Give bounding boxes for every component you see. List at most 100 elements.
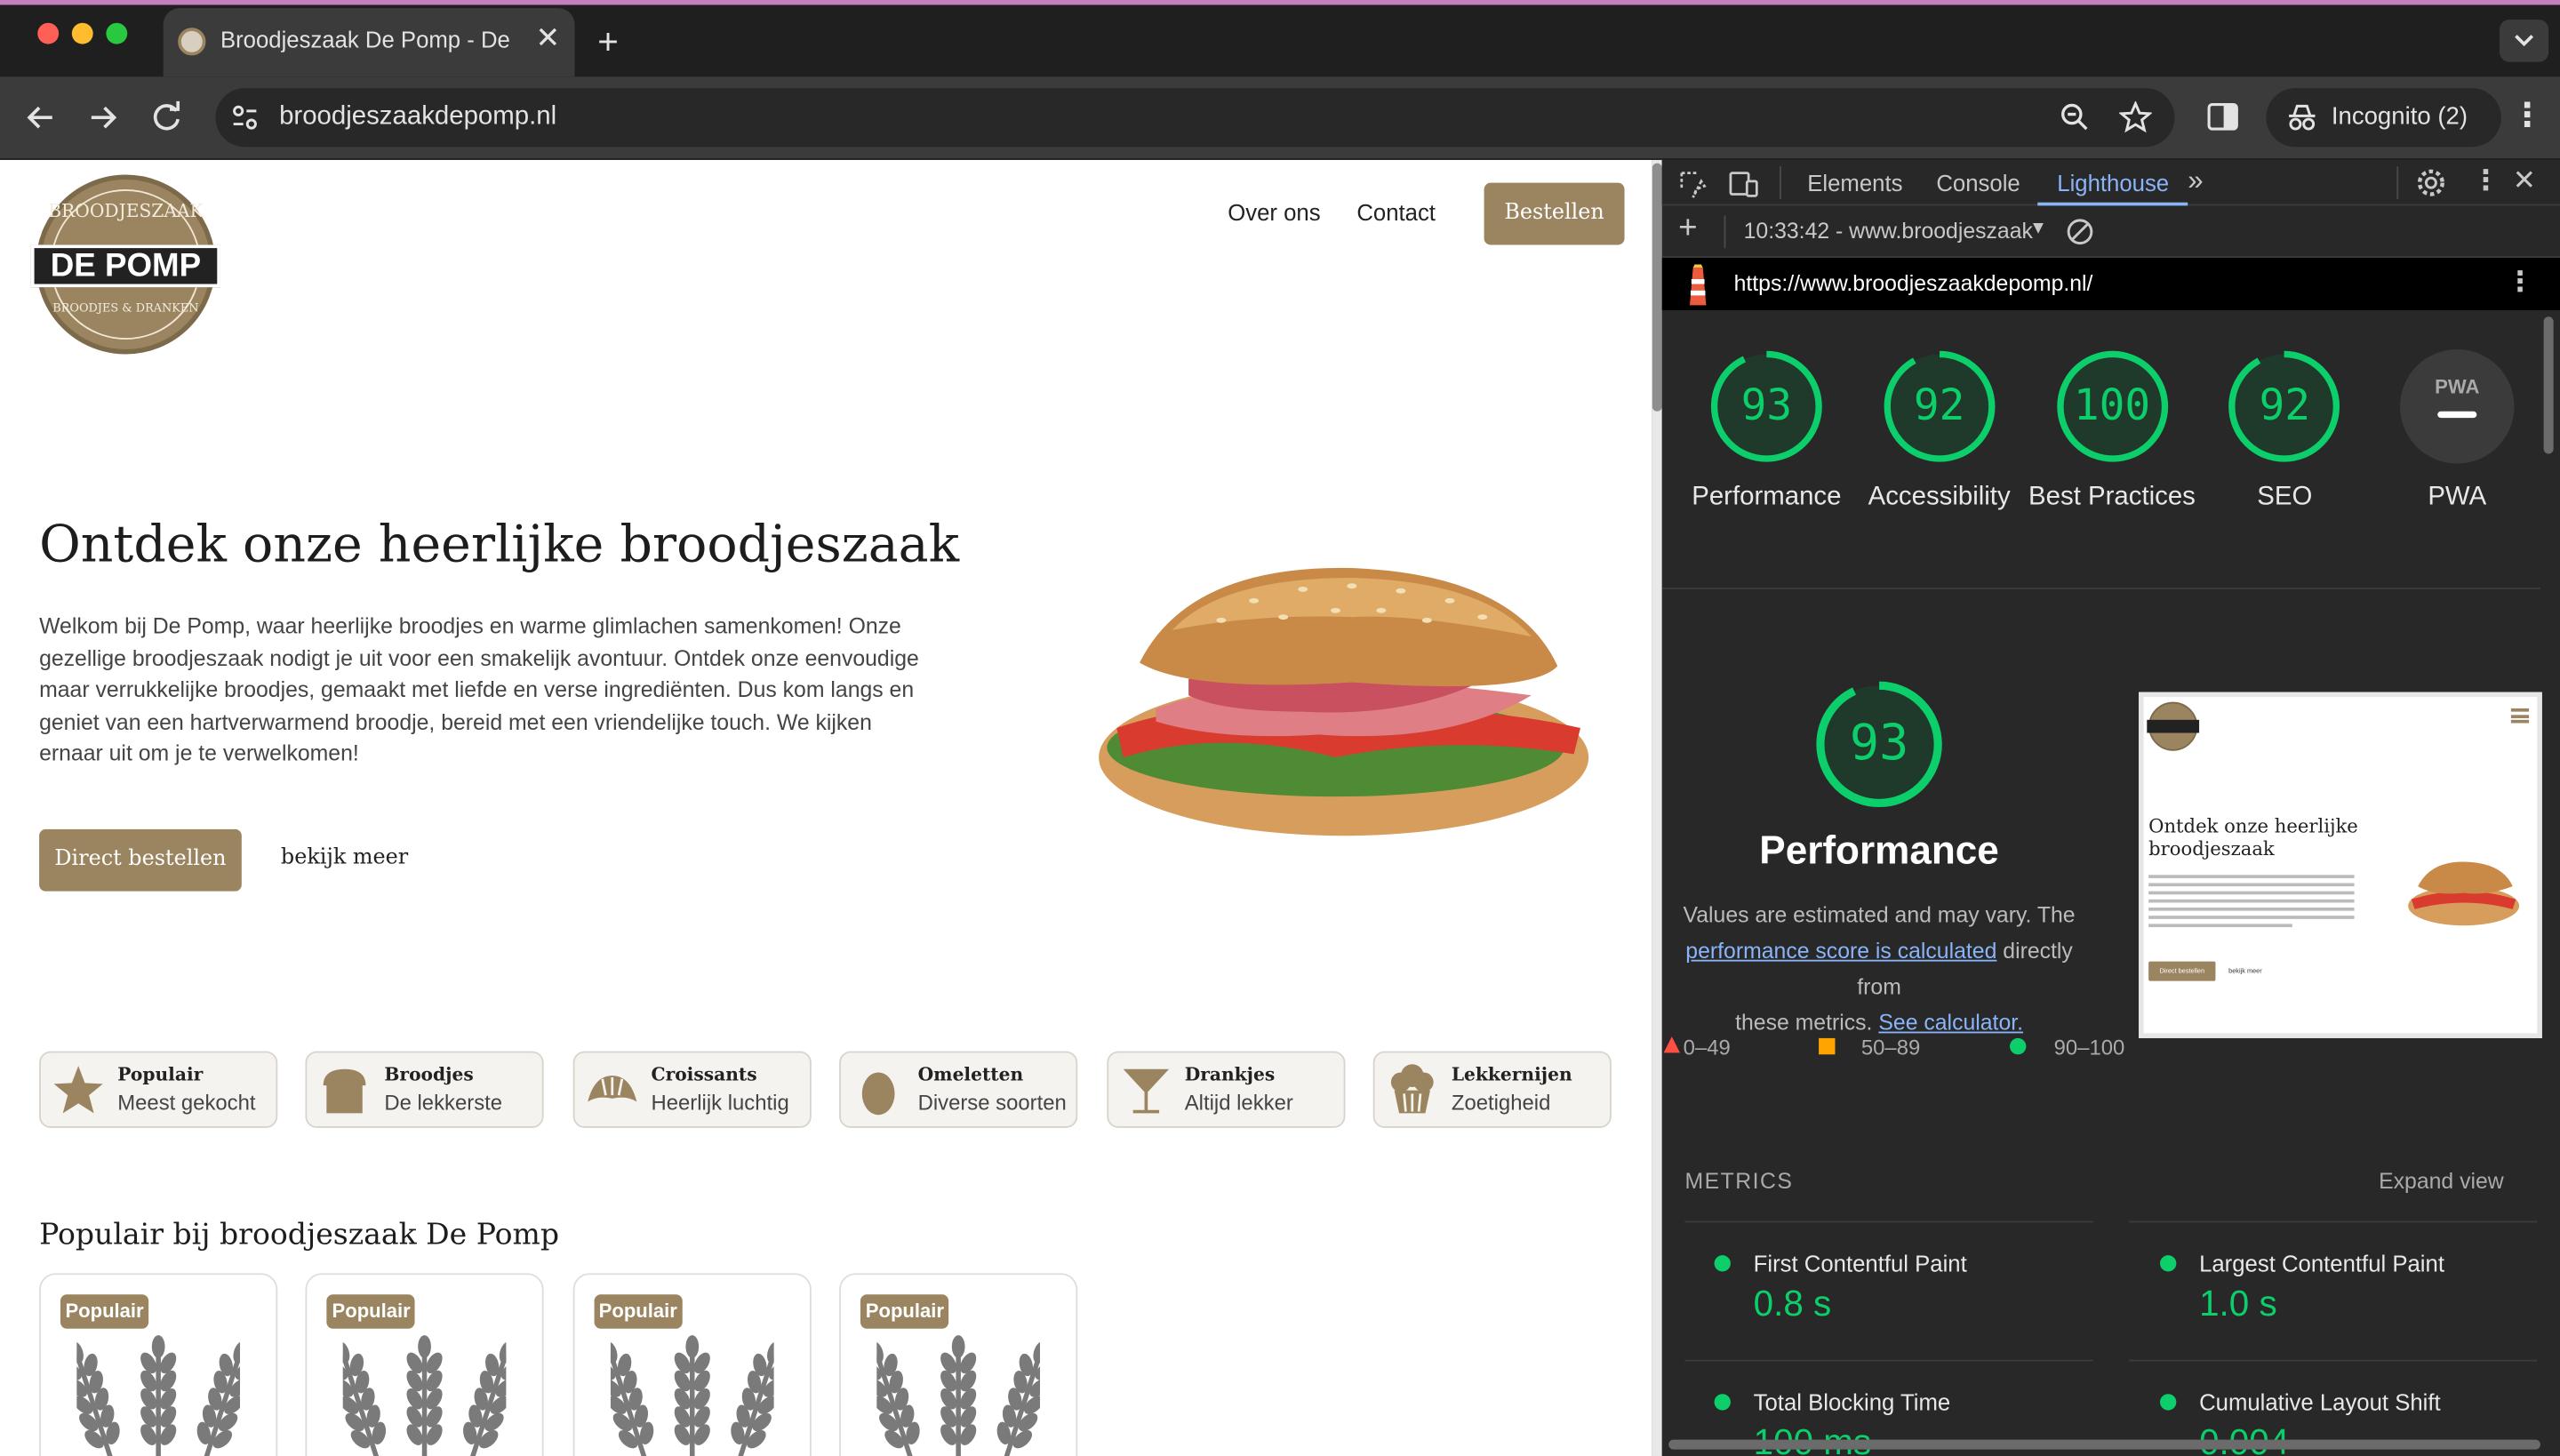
- performance-note: Values are estimated and may vary. The p…: [1662, 898, 2097, 1042]
- new-report-icon[interactable]: +: [1678, 211, 1697, 248]
- browser-tab[interactable]: Broodjeszaak De Pomp - De P ✕: [163, 8, 575, 77]
- category-title: Lekkernijen: [1451, 1064, 1572, 1086]
- see-calculator-link[interactable]: See calculator.: [1878, 1011, 2023, 1036]
- category-title: Populair: [117, 1064, 204, 1086]
- metric-name: Total Blocking Time: [1753, 1388, 1951, 1416]
- popular-badge: Populair: [327, 1294, 416, 1329]
- report-url: https://www.broodjeszaakdepomp.nl/: [1733, 270, 2093, 296]
- page-screenshot-preview[interactable]: Ontdek onze heerlijke broodjeszaak Direc…: [2139, 692, 2542, 1038]
- category-subtitle: Altijd lekker: [1184, 1090, 1293, 1116]
- wheat-icon: [329, 1317, 522, 1456]
- performance-score-large: 93: [1849, 715, 1909, 772]
- close-window-button[interactable]: [37, 22, 60, 44]
- address-bar[interactable]: broodjeszaakdepomp.nl: [215, 88, 2175, 148]
- product-card[interactable]: Populair: [572, 1273, 812, 1456]
- maximize-window-button[interactable]: [106, 22, 128, 44]
- zoom-icon[interactable]: [2060, 103, 2090, 132]
- category-drankjes[interactable]: Drankjes Altijd lekker: [1106, 1051, 1345, 1128]
- see-more-link[interactable]: bekijk meer: [281, 845, 408, 870]
- tab-lighthouse[interactable]: Lighthouse: [2057, 170, 2169, 196]
- more-tabs-icon[interactable]: »: [2188, 164, 2203, 197]
- nav-contact-link[interactable]: Contact: [1356, 199, 1436, 225]
- category-broodjes[interactable]: Broodjes De lekkerste: [306, 1051, 545, 1128]
- site-logo[interactable]: BROODJESZAAK DE POMP BROODJES & DRANKEN: [30, 174, 220, 355]
- category-croissants[interactable]: Croissants Heerlijk luchtig: [572, 1051, 812, 1128]
- hero-text: Welkom bij De Pomp, waar heerlijke brood…: [39, 613, 919, 766]
- report-dropdown-icon[interactable]: ▼: [2029, 219, 2047, 238]
- category-title: Drankjes: [1184, 1064, 1276, 1086]
- close-devtools-icon[interactable]: ✕: [2513, 164, 2536, 197]
- category-subtitle: Diverse soorten: [917, 1090, 1067, 1116]
- incognito-indicator[interactable]: Incognito (2): [2266, 88, 2501, 148]
- metric-status-dot-icon: [1714, 1255, 1731, 1272]
- side-panel-icon[interactable]: [2207, 102, 2240, 132]
- gauge-best-practices[interactable]: 100 Best Practices: [2028, 349, 2196, 562]
- wheat-icon: [596, 1317, 788, 1456]
- performance-title: Performance: [1759, 828, 1999, 874]
- tab-elements[interactable]: Elements: [1807, 170, 1902, 196]
- average-square-icon: [1819, 1037, 1836, 1055]
- metric-value: 1.0 s: [2199, 1283, 2277, 1324]
- devtools-menu-icon[interactable]: ⋮: [2472, 164, 2500, 197]
- report-menu-icon[interactable]: ⋮: [2506, 266, 2533, 299]
- close-tab-icon[interactable]: ✕: [535, 21, 560, 56]
- direct-order-button[interactable]: Direct bestellen: [39, 828, 242, 892]
- settings-gear-icon[interactable]: [2416, 168, 2445, 197]
- category-title: Croissants: [651, 1064, 757, 1086]
- metric-value: 0.8 s: [1753, 1283, 1832, 1324]
- nav-order-button[interactable]: Bestellen: [1484, 182, 1625, 245]
- gauge-label: Accessibility: [1868, 483, 2011, 511]
- metric-status-dot-icon: [1714, 1394, 1731, 1411]
- gauge-pwa[interactable]: PWA PWA: [2384, 348, 2531, 529]
- device-toolbar-icon[interactable]: [1727, 170, 1760, 199]
- page-scrollbar-thumb[interactable]: [1652, 163, 1662, 412]
- score-calculated-link[interactable]: performance score is calculated: [1685, 939, 1996, 964]
- inspect-element-icon[interactable]: [1678, 170, 1708, 199]
- back-icon[interactable]: [23, 101, 59, 134]
- preview-text-lines: [2148, 870, 2355, 945]
- expand-view-link[interactable]: Expand view: [2379, 1169, 2504, 1194]
- product-card[interactable]: Populair: [839, 1273, 1078, 1456]
- gauge-label: PWA: [2428, 483, 2487, 511]
- report-selector[interactable]: 10:33:42 - www.broodjeszaak: [1744, 219, 2033, 244]
- gauge-score: 100: [2073, 381, 2151, 431]
- category-subtitle: De lekkerste: [384, 1090, 503, 1116]
- category-subtitle: Zoetigheid: [1451, 1090, 1551, 1116]
- category-populair[interactable]: Populair Meest gekocht: [39, 1051, 278, 1128]
- clear-reports-icon[interactable]: [2065, 217, 2094, 246]
- category-omeletten[interactable]: Omeletten Diverse soorten: [839, 1051, 1078, 1128]
- category-title: Omeletten: [917, 1064, 1024, 1086]
- devtools-scrollbar-thumb[interactable]: [2543, 316, 2554, 454]
- devtools-horizontal-scrollbar[interactable]: [1668, 1439, 2540, 1450]
- product-card[interactable]: Populair: [39, 1273, 278, 1456]
- gauge-score: 92: [2259, 381, 2311, 431]
- new-tab-icon[interactable]: +: [597, 21, 619, 64]
- product-card[interactable]: Populair: [306, 1273, 545, 1456]
- gauge-accessibility[interactable]: 92 Accessibility: [1866, 349, 2012, 562]
- incognito-icon: [2289, 104, 2316, 131]
- popular-badge: Populair: [860, 1294, 949, 1329]
- metric-largest-contentful-paint: Largest Contentful Paint 1.0 s: [2156, 1251, 2548, 1332]
- category-lekkernijen[interactable]: Lekkernijen Zoetigheid: [1372, 1051, 1612, 1128]
- browser-menu-icon[interactable]: ⋮: [2511, 95, 2544, 136]
- bookmark-star-icon[interactable]: [2119, 100, 2152, 134]
- metric-name: First Contentful Paint: [1753, 1250, 1967, 1277]
- minimize-window-button[interactable]: [71, 22, 93, 44]
- preview-hamburger-icon: [2510, 708, 2530, 724]
- category-subtitle: Meest gekocht: [117, 1090, 256, 1116]
- tab-search-button[interactable]: [2500, 20, 2549, 62]
- nav-about-link[interactable]: Over ons: [1228, 199, 1320, 225]
- logo-bottom-text: BROODJES & DRANKEN: [52, 301, 199, 316]
- sandwich-image: [1099, 567, 1589, 836]
- hero-title: Ontdek onze heerlijke broodjeszaak: [39, 516, 960, 575]
- forward-icon[interactable]: [85, 101, 121, 134]
- reload-icon[interactable]: [148, 100, 184, 135]
- site-info-icon[interactable]: [230, 103, 260, 132]
- preview-order-button: Direct bestellen: [2148, 961, 2216, 981]
- note-text-3: these metrics.: [1735, 1010, 1873, 1036]
- popular-badge: Populair: [60, 1294, 149, 1329]
- gauge-seo[interactable]: 92 SEO: [2212, 349, 2358, 562]
- legend-fail: 0–49: [1683, 1035, 1731, 1060]
- tab-console[interactable]: Console: [1936, 170, 2020, 196]
- gauge-performance[interactable]: 93 Performance: [1692, 349, 1841, 562]
